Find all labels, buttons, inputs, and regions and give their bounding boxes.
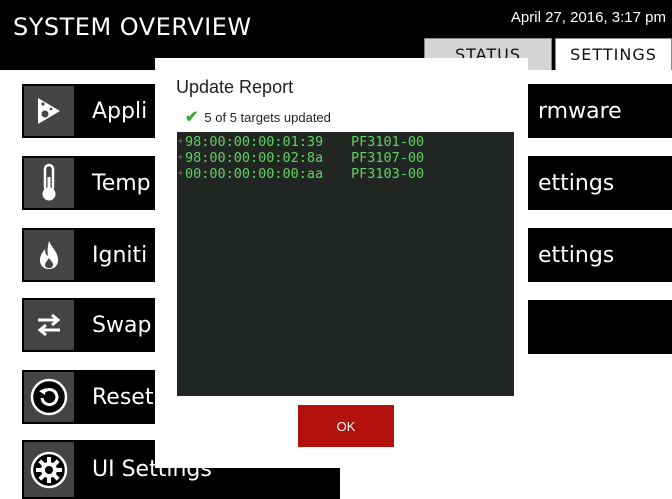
menu-label: rmware (538, 98, 622, 124)
menu-label: ettings (538, 242, 615, 268)
list-item[interactable]: + 00:00:00:00:00:aa PF3103-00 (177, 166, 514, 182)
menu-label: Igniti (92, 242, 148, 268)
status-text: 5 of 5 targets updated (204, 109, 331, 125)
gear-icon (22, 440, 76, 499)
page-title: SYSTEM OVERVIEW (13, 13, 252, 41)
target-model: PF3103-00 (351, 166, 425, 182)
reset-icon (22, 370, 76, 424)
list-item[interactable]: + 98:00:00:00:02:8a PF3107-00 (177, 150, 514, 166)
thermometer-icon (22, 156, 76, 210)
menu-label: Appli (92, 98, 148, 124)
flame-icon (22, 228, 76, 282)
menu-label: ettings (538, 170, 615, 196)
swap-arrows-icon (22, 298, 76, 352)
tab-settings[interactable]: SETTINGS (555, 38, 672, 70)
target-model: PF3101-00 (351, 134, 425, 150)
date-time: April 27, 2016, 3:17 pm (510, 9, 666, 26)
expand-icon[interactable]: + (176, 166, 185, 182)
menu-label: Temp (92, 170, 151, 196)
menu-label: Swap (92, 312, 152, 338)
expand-icon[interactable]: + (176, 150, 185, 166)
dialog-title: Update Report (176, 77, 294, 97)
checkmark-icon: ✔ (185, 109, 199, 126)
update-status: ✔ 5 of 5 targets updated (185, 107, 331, 127)
target-address: 98:00:00:00:01:39 (185, 134, 324, 150)
target-model: PF3107-00 (351, 150, 425, 166)
update-report-dialog: Update Report ✔ 5 of 5 targets updated +… (155, 58, 528, 468)
menu-label: Reset (92, 384, 154, 410)
expand-icon[interactable]: + (176, 134, 185, 150)
wizard-icon (22, 84, 76, 138)
target-address: 98:00:00:00:02:8a (185, 150, 324, 166)
list-item[interactable]: + 98:00:00:00:01:39 PF3101-00 (177, 134, 514, 150)
target-address: 00:00:00:00:00:aa (185, 166, 324, 182)
targets-list[interactable]: + 98:00:00:00:01:39 PF3101-00 + 98:00:00… (177, 132, 514, 396)
ok-button[interactable]: OK (298, 405, 394, 447)
